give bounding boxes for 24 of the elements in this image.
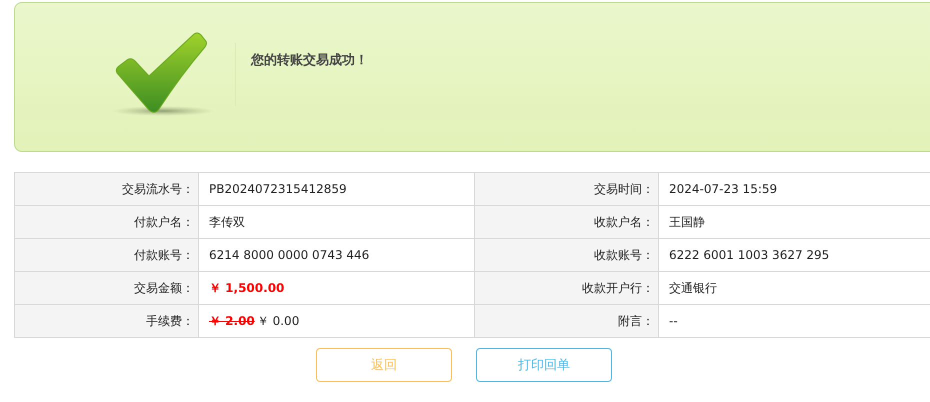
field-value: 王国静 [659, 206, 930, 239]
field-label: 付款户名： [15, 206, 199, 239]
field-value: -- [659, 305, 930, 338]
print-receipt-button[interactable]: 打印回单 [476, 348, 612, 382]
field-label: 交易时间： [475, 173, 659, 206]
original-fee: ￥ 2.00 [209, 312, 255, 330]
field-label: 收款户名： [475, 206, 659, 239]
success-message: 您的转账交易成功！ [250, 52, 368, 70]
field-value: 6214 8000 0000 0743 446 [199, 239, 475, 272]
field-value: PB2024072315412859 [199, 173, 475, 206]
field-value: 李传双 [199, 206, 475, 239]
field-value: 交通银行 [659, 272, 930, 305]
field-label: 附言： [475, 305, 659, 338]
field-label: 手续费： [15, 305, 199, 338]
back-button[interactable]: 返回 [316, 348, 452, 382]
field-label: 收款账号： [475, 239, 659, 272]
field-value: 6222 6001 1003 3627 295 [659, 239, 930, 272]
amount-value: ￥ 1,500.00 [199, 272, 475, 305]
field-label: 付款账号： [15, 239, 199, 272]
field-label: 交易金额： [15, 272, 199, 305]
fee-value: ￥ 0.00 [256, 312, 300, 330]
field-value: 2024-07-23 15:59 [659, 173, 930, 206]
field-label: 收款开户行： [475, 272, 659, 305]
field-label: 交易流水号： [15, 173, 199, 206]
